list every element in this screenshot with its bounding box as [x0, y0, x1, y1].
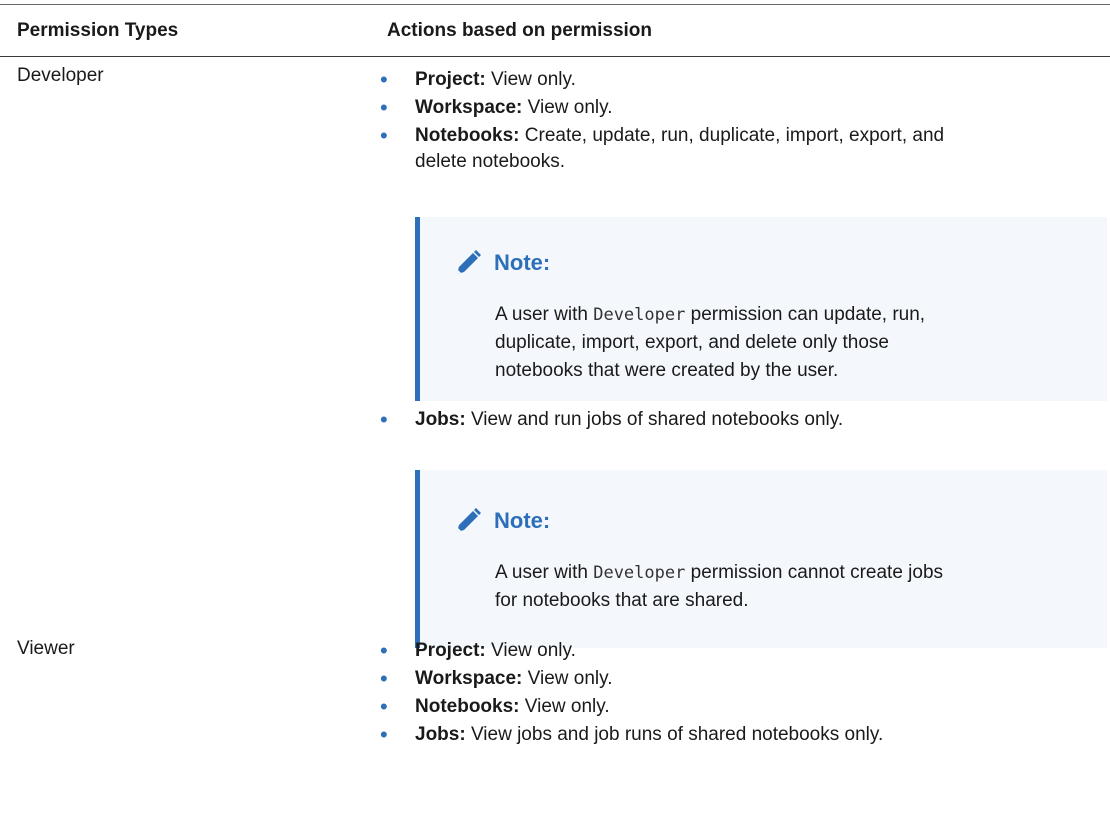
- permissions-table: Permission Types Actions based on permis…: [0, 4, 1110, 748]
- item-text: View only.: [485, 640, 576, 661]
- item-text: View only.: [485, 69, 576, 90]
- bullet-icon: •: [380, 407, 388, 432]
- note-title: Note:: [494, 508, 551, 533]
- item-label: Notebooks:: [415, 125, 520, 146]
- table-header-row: Permission Types Actions based on permis…: [0, 5, 1110, 57]
- note-text-part: A user with: [495, 562, 594, 583]
- item-label: Jobs:: [415, 409, 466, 430]
- note-text-line: duplicate, import, export, and delete on…: [495, 332, 889, 353]
- list-item: • Notebooks: View only.: [370, 694, 1110, 720]
- actions-developer: • Project: View only. • Workspace: View …: [370, 57, 1110, 648]
- note-text-part: permission can update, run,: [685, 304, 926, 325]
- viewer-action-list: • Project: View only. • Workspace: View …: [370, 638, 1110, 748]
- list-item: • Jobs: View and run jobs of shared note…: [370, 407, 1110, 433]
- note-text-line: for notebooks that are shared.: [495, 590, 749, 611]
- code-developer: Developer: [593, 305, 686, 325]
- note-text-part: permission cannot create jobs: [685, 562, 944, 583]
- list-item: • Project: View only.: [370, 67, 1110, 93]
- note-text-part: A user with: [495, 304, 594, 325]
- item-label: Notebooks:: [415, 696, 520, 717]
- note-box: Note: A user with Developer permission c…: [415, 217, 1107, 401]
- item-text: View only.: [522, 97, 613, 118]
- note-text: A user with Developer permission cannot …: [420, 559, 1107, 615]
- item-text-cont: delete notebooks.: [415, 151, 566, 172]
- table-row-viewer: Viewer • Project: View only. • Workspace…: [0, 638, 1110, 748]
- list-item: • Project: View only.: [370, 638, 1110, 664]
- item-label: Project:: [415, 69, 486, 90]
- item-text: View and run jobs of shared notebooks on…: [465, 409, 844, 430]
- bullet-icon: •: [380, 694, 388, 719]
- item-text: View only.: [522, 668, 613, 689]
- note-title: Note:: [494, 250, 551, 275]
- list-item: • Workspace: View only.: [370, 95, 1110, 121]
- permission-type-viewer: Viewer: [17, 638, 75, 659]
- bullet-icon: •: [380, 95, 388, 120]
- developer-action-list: • Project: View only. • Workspace: View …: [370, 67, 1110, 175]
- item-text: View jobs and job runs of shared noteboo…: [465, 724, 884, 745]
- bullet-icon: •: [380, 666, 388, 691]
- pencil-icon: [457, 250, 481, 274]
- header-actions: Actions based on permission: [387, 19, 652, 41]
- actions-viewer: • Project: View only. • Workspace: View …: [370, 638, 1110, 748]
- permission-type-developer: Developer: [17, 65, 104, 86]
- note-header: Note:: [420, 470, 1107, 537]
- item-label: Workspace:: [415, 668, 523, 689]
- code-developer: Developer: [593, 563, 686, 583]
- note-text-line: notebooks that were created by the user.: [495, 360, 839, 381]
- note-header: Note:: [420, 217, 1107, 279]
- list-item: • Jobs: View jobs and job runs of shared…: [370, 722, 1110, 748]
- item-text: View only.: [519, 696, 610, 717]
- pencil-icon: [457, 508, 481, 532]
- item-label: Jobs:: [415, 724, 466, 745]
- header-permission-types: Permission Types: [17, 19, 179, 41]
- list-item: • Workspace: View only.: [370, 666, 1110, 692]
- bullet-icon: •: [380, 638, 388, 663]
- note-box: Note: A user with Developer permission c…: [415, 470, 1107, 648]
- note-text: A user with Developer permission can upd…: [420, 301, 1107, 385]
- item-label: Project:: [415, 640, 486, 661]
- table-row-developer: Developer • Project: View only. • Worksp…: [0, 57, 1110, 648]
- item-text: Create, update, run, duplicate, import, …: [519, 125, 945, 146]
- bullet-icon: •: [380, 722, 388, 747]
- list-item: • Notebooks: Create, update, run, duplic…: [370, 123, 1110, 175]
- bullet-icon: •: [380, 67, 388, 92]
- item-label: Workspace:: [415, 97, 523, 118]
- bullet-icon: •: [380, 123, 388, 148]
- developer-action-list-cont: • Jobs: View and run jobs of shared note…: [370, 407, 1110, 433]
